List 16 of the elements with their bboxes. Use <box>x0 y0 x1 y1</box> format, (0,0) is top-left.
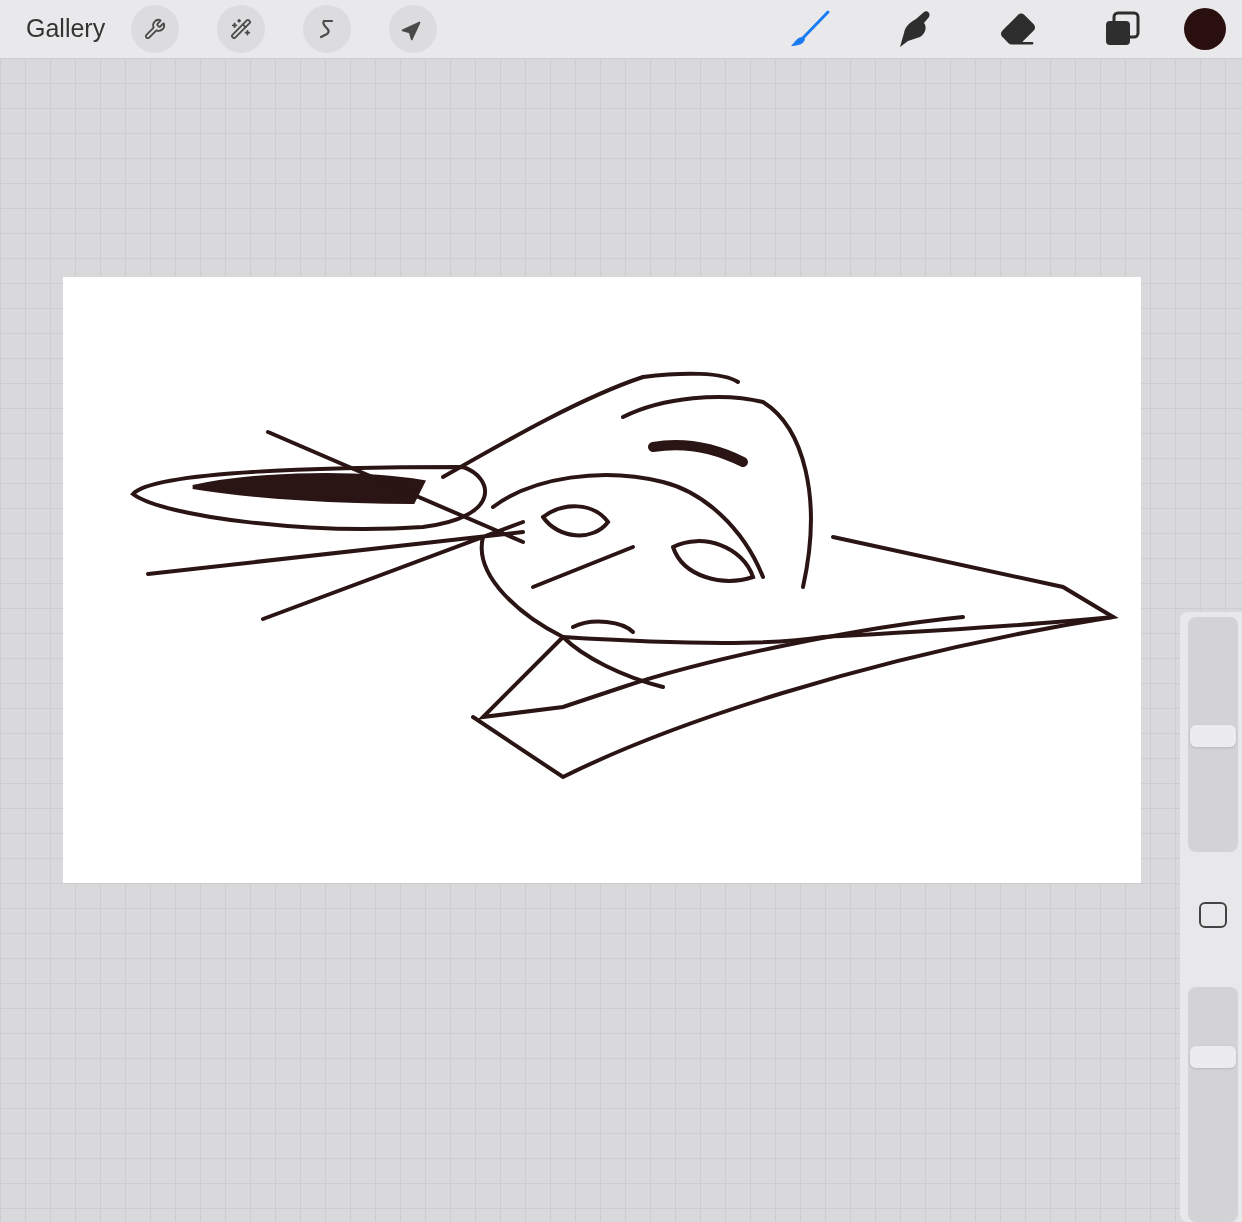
tool-button[interactable] <box>389 5 438 53</box>
gallery-button[interactable]: Gallery <box>26 10 106 48</box>
tool-button[interactable] <box>303 5 352 53</box>
slider-handle[interactable] <box>1190 724 1236 747</box>
slider-track[interactable] <box>1188 987 1238 1222</box>
tool-button[interactable] <box>217 5 266 53</box>
modify-button[interactable] <box>1199 901 1227 929</box>
slider-handle[interactable] <box>1190 1046 1236 1069</box>
slider-track[interactable] <box>1188 617 1238 852</box>
drawing-canvas[interactable] <box>63 277 1141 883</box>
tool-button[interactable] <box>131 5 180 53</box>
brush-icon <box>788 9 832 49</box>
magic-wand-icon <box>230 18 253 40</box>
wrench-icon <box>144 18 167 40</box>
layers-icon <box>1104 11 1140 47</box>
color-swatch[interactable] <box>1184 8 1226 50</box>
